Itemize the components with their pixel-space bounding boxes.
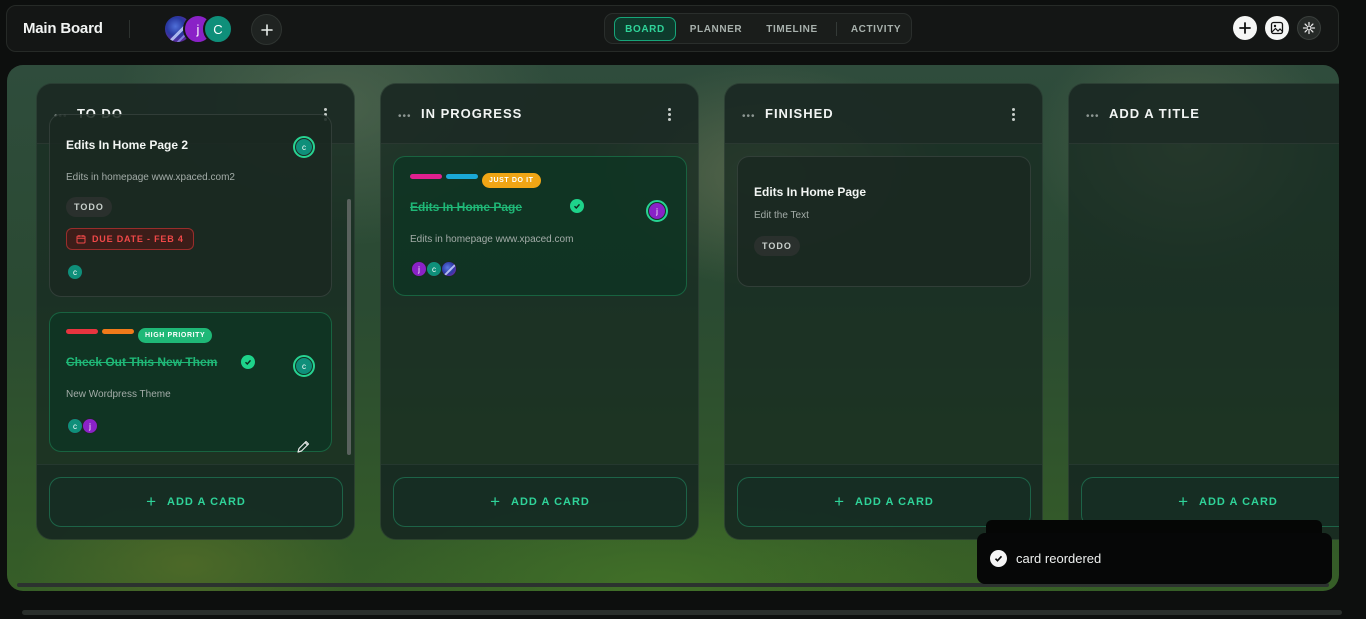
label-blue[interactable]: [446, 174, 478, 179]
label-pink[interactable]: [410, 174, 442, 179]
tab-timeline[interactable]: TIMELINE: [757, 17, 827, 41]
priority-badge: HIGH PRIORITY: [138, 328, 213, 343]
plus-icon: +: [1178, 492, 1190, 511]
avatar-initial: j: [196, 21, 200, 37]
completed-check-icon[interactable]: [241, 355, 255, 369]
avatar-initial: j: [649, 203, 665, 219]
column-title[interactable]: ADD A TITLE: [1109, 106, 1200, 121]
priority-badge: JUST DO IT: [482, 173, 541, 188]
toast-message: card reordered: [1016, 551, 1102, 566]
card-member-avatar[interactable]: c: [67, 264, 83, 280]
column-header: ••• IN PROGRESS: [381, 84, 698, 144]
calendar-icon: [76, 235, 86, 244]
image-icon: [1270, 21, 1284, 35]
background-button[interactable]: [1265, 16, 1289, 40]
label-orange[interactable]: [102, 329, 134, 334]
tab-divider: [836, 22, 837, 36]
card-member-avatar[interactable]: j: [411, 261, 427, 277]
add-card-button[interactable]: + ADD A CARD: [49, 477, 343, 527]
status-badge: TODO: [66, 197, 112, 217]
toast-stack: [986, 520, 1322, 534]
plus-icon: +: [834, 492, 846, 511]
card-member-avatar[interactable]: c: [426, 261, 442, 277]
column-finished: ••• FINISHED Edits In Home Page Edit the…: [724, 83, 1043, 540]
due-date-text: DUE DATE - FEB 4: [92, 234, 184, 244]
add-card-label: ADD A CARD: [511, 496, 590, 508]
column-in-progress: ••• IN PROGRESS JUST DO IT Edits In Home…: [380, 83, 699, 540]
add-button[interactable]: [1233, 16, 1257, 40]
avatar-initial: c: [296, 358, 312, 374]
toolbar-actions: [1233, 16, 1321, 42]
horizontal-scrollbar[interactable]: [22, 610, 1342, 615]
tab-activity[interactable]: ACTIVITY: [845, 17, 907, 41]
column-scrollbar[interactable]: [347, 199, 351, 455]
member-avatar-c[interactable]: C: [203, 14, 233, 44]
column-title[interactable]: IN PROGRESS: [421, 106, 522, 121]
plus-icon: [1239, 22, 1251, 34]
add-card-label: ADD A CARD: [855, 496, 934, 508]
tab-board[interactable]: BOARD: [614, 17, 676, 41]
board-canvas: ••• TO DO Edits In Home Page 2 c Edits i…: [7, 65, 1339, 591]
plus-icon: +: [490, 492, 502, 511]
card-member-avatar[interactable]: c: [67, 418, 83, 434]
drag-handle-icon[interactable]: •••: [1086, 112, 1100, 122]
card[interactable]: Edits In Home Page Edit the Text TODO: [737, 156, 1031, 287]
toast-notification[interactable]: card reordered: [977, 533, 1332, 584]
avatar-initial: C: [213, 21, 223, 37]
tab-planner[interactable]: PLANNER: [683, 17, 749, 41]
card-assignee-avatar[interactable]: c: [293, 136, 315, 158]
top-bar: Main Board j C BOARD PLANNER TIMELINE AC…: [6, 5, 1339, 52]
add-member-button[interactable]: [251, 14, 282, 45]
column-title[interactable]: FINISHED: [765, 106, 834, 121]
column-footer: + ADD A CARD: [37, 464, 354, 539]
view-tabs: BOARD PLANNER TIMELINE ACTIVITY: [604, 13, 912, 44]
edit-pencil-icon[interactable]: [295, 439, 311, 455]
success-check-icon: [990, 550, 1007, 567]
column-header: ••• FINISHED: [725, 84, 1042, 144]
column-menu-icon[interactable]: [664, 104, 674, 124]
column-new: ••• ADD A TITLE + ADD A CARD: [1068, 83, 1339, 540]
column-header: ••• ADD A TITLE: [1069, 84, 1339, 144]
card-description: Edits in homepage www.xpaced.com: [410, 234, 574, 245]
card-title: Check Out This New Them: [66, 355, 218, 369]
card-description: New Wordpress Theme: [66, 389, 171, 400]
column-menu-icon[interactable]: [1008, 104, 1018, 124]
column-footer: + ADD A CARD: [381, 464, 698, 539]
status-badge: TODO: [754, 236, 800, 256]
card-description: Edits in homepage www.xpaced.com2: [66, 172, 235, 183]
drag-handle-icon[interactable]: •••: [398, 112, 412, 122]
avatar-initial: c: [296, 139, 312, 155]
card-title: Edits In Home Page 2: [66, 138, 189, 152]
gear-icon: [1302, 21, 1316, 35]
add-card-button[interactable]: + ADD A CARD: [737, 477, 1031, 527]
card-assignee-avatar[interactable]: c: [293, 355, 315, 377]
divider: [129, 20, 130, 38]
add-card-label: ADD A CARD: [1199, 496, 1278, 508]
card[interactable]: HIGH PRIORITY Check Out This New Them c …: [49, 312, 332, 452]
column-todo: ••• TO DO Edits In Home Page 2 c Edits i…: [36, 83, 355, 540]
card-member-avatar[interactable]: j: [82, 418, 98, 434]
completed-check-icon[interactable]: [570, 199, 584, 213]
label-red[interactable]: [66, 329, 98, 334]
add-card-button[interactable]: + ADD A CARD: [393, 477, 687, 527]
card-title: Edits In Home Page: [754, 185, 867, 199]
card-description: Edit the Text: [754, 210, 809, 221]
card[interactable]: Edits In Home Page 2 c Edits in homepage…: [49, 114, 332, 297]
card-member-avatar-image[interactable]: [441, 261, 457, 277]
board-title[interactable]: Main Board: [23, 20, 103, 37]
drag-handle-icon[interactable]: •••: [742, 112, 756, 122]
add-card-label: ADD A CARD: [167, 496, 246, 508]
plus-icon: +: [146, 492, 158, 511]
plus-icon: [260, 23, 273, 36]
due-date-badge[interactable]: DUE DATE - FEB 4: [66, 228, 194, 250]
card-assignee-avatar[interactable]: j: [646, 200, 668, 222]
settings-button[interactable]: [1297, 16, 1321, 40]
card[interactable]: JUST DO IT Edits In Home Page j Edits in…: [393, 156, 687, 296]
card-title: Edits In Home Page: [410, 200, 523, 214]
